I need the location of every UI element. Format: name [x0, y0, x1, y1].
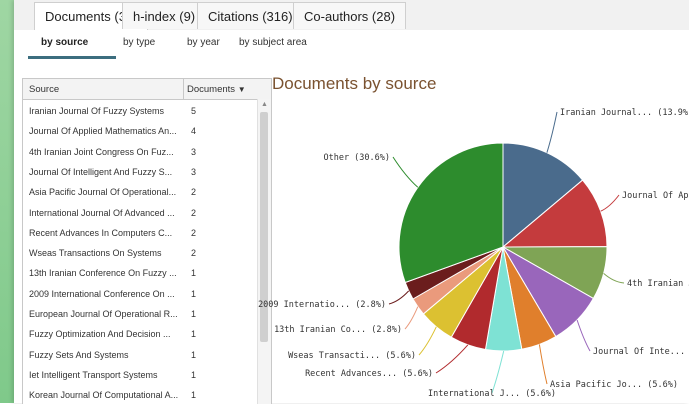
row-source: Iranian Journal Of Fuzzy Systems	[29, 106, 165, 116]
column-divider	[183, 79, 184, 99]
slice-label: Other (30.6%)	[323, 153, 390, 163]
subtab-bar: by source by type by year by subject are…	[14, 30, 689, 60]
row-documents: 1	[191, 390, 197, 401]
row-source: Asia Pacific Journal Of Operational...	[29, 187, 177, 198]
tab-bar: Documents (36) h-index (9) Citations (31…	[14, 0, 689, 31]
slice-leader-line	[603, 273, 625, 284]
table-header: Source Documents ▼	[23, 79, 271, 100]
pie-chart: Iranian Journal... (13.9%) Journal Of App…	[258, 108, 689, 399]
row-source: Recent Advances In Computers C...	[29, 227, 173, 238]
table-row[interactable]: Fuzzy Sets And Systems 1	[23, 344, 257, 364]
table-row[interactable]: Iet Intelligent Transport Systems 1	[23, 364, 257, 384]
slice-label: Asia Pacific Jo... (5.6%)	[550, 380, 678, 390]
row-source: European Journal Of Operational R...	[29, 309, 178, 319]
row-documents: 2	[191, 227, 197, 238]
subtab-by-source[interactable]: by source	[41, 37, 88, 48]
column-header-documents[interactable]: Documents ▼	[187, 84, 246, 95]
column-header-source[interactable]: Source	[29, 84, 59, 95]
active-subtab-indicator	[28, 56, 116, 59]
table-row[interactable]: 2009 International Conference On ... 1	[23, 283, 257, 303]
slice-label: 2009 Internatio... (2.8%)	[258, 300, 386, 310]
table-row[interactable]: 4th Iranian Joint Congress On Fuz... 3	[23, 141, 257, 161]
slice-leader-line	[491, 350, 505, 394]
table-row[interactable]: Wseas Transactions On Systems 2	[23, 242, 257, 262]
slice-label: Recent Advances... (5.6%)	[305, 369, 433, 379]
row-documents: 4	[191, 126, 197, 137]
table-row[interactable]: Fuzzy Optimization And Decision ... 1	[23, 323, 257, 343]
row-documents: 3	[191, 146, 197, 157]
slice-label: Iranian Journal... (13.9%)	[560, 108, 689, 118]
row-source: Journal Of Intelligent And Fuzzy S...	[29, 166, 173, 177]
row-documents: 2	[191, 187, 197, 198]
tab-citations[interactable]: Citations (316)	[197, 2, 304, 29]
slice-leader-line	[435, 344, 469, 374]
slice-leader-line	[388, 290, 410, 305]
slice-label: Journal Of Inte... (8.3%)	[593, 347, 689, 357]
table-row[interactable]: International Journal Of Advanced ... 2	[23, 202, 257, 222]
row-documents: 1	[191, 369, 197, 380]
row-source: Korean Journal Of Computational A...	[29, 390, 179, 401]
slice-leader-line	[576, 319, 591, 352]
slice-leader-line	[538, 344, 548, 385]
row-documents: 1	[191, 349, 197, 360]
sort-desc-icon[interactable]: ▼	[238, 85, 246, 94]
slice-leader-line	[418, 326, 437, 356]
slice-label: Wseas Transacti... (5.6%)	[288, 351, 416, 361]
row-source: Journal Of Applied Mathematics An...	[29, 126, 177, 137]
slice-label: Journal Of Appl... (11.1%)	[622, 191, 689, 201]
table-row[interactable]: Iranian Journal Of Fuzzy Systems 5	[23, 100, 257, 120]
row-documents: 3	[191, 166, 197, 177]
column-header-documents-label: Documents	[187, 84, 236, 95]
row-documents: 2	[191, 207, 197, 218]
row-source: 13th Iranian Conference On Fuzzy ...	[29, 268, 177, 279]
slice-leader-line	[600, 194, 620, 212]
table-row[interactable]: Asia Pacific Journal Of Operational... 2	[23, 181, 257, 201]
slice-label: 13th Iranian Co... (2.8%)	[274, 325, 402, 335]
row-documents: 2	[191, 248, 197, 259]
row-documents: 5	[191, 106, 197, 116]
source-table: Source Documents ▼ Iranian Journal Of Fu…	[22, 78, 272, 404]
slice-label: International J... (5.6%)	[428, 389, 556, 399]
slice-label: 4th Iranian Joi... (8.3%)	[627, 279, 689, 289]
subtab-by-type[interactable]: by type	[123, 37, 155, 48]
row-source: International Journal Of Advanced ...	[29, 207, 175, 218]
documents-panel: Documents (36) h-index (9) Citations (31…	[14, 0, 689, 404]
tab-h-index[interactable]: h-index (9)	[122, 2, 207, 29]
row-documents: 1	[191, 288, 197, 299]
row-source: Fuzzy Optimization And Decision ...	[29, 329, 171, 340]
tab-co-authors[interactable]: Co-authors (28)	[293, 2, 407, 29]
row-documents: 1	[191, 268, 197, 279]
row-documents: 1	[191, 309, 197, 319]
slice-leader-line	[404, 306, 419, 330]
table-row[interactable]: Recent Advances In Computers C... 2	[23, 222, 257, 242]
table-row[interactable]: European Journal Of Operational R... 1	[23, 303, 257, 323]
slice-leader-line	[392, 156, 419, 188]
table-row[interactable]: 13th Iranian Conference On Fuzzy ... 1	[23, 262, 257, 282]
table-row[interactable]: Journal Of Intelligent And Fuzzy S... 3	[23, 161, 257, 181]
slice-leader-line	[546, 111, 558, 153]
table-row[interactable]: Korean Journal Of Computational A... 1	[23, 384, 257, 404]
subtab-by-subject-area[interactable]: by subject area	[239, 37, 307, 48]
row-source: 2009 International Conference On ...	[29, 288, 175, 299]
row-source: Fuzzy Sets And Systems	[29, 349, 129, 360]
subtab-by-year[interactable]: by year	[187, 37, 220, 48]
row-documents: 1	[191, 329, 197, 340]
row-source: 4th Iranian Joint Congress On Fuz...	[29, 146, 174, 157]
row-source: Iet Intelligent Transport Systems	[29, 369, 158, 380]
row-source: Wseas Transactions On Systems	[29, 248, 162, 259]
table-row[interactable]: Journal Of Applied Mathematics An... 4	[23, 120, 257, 140]
